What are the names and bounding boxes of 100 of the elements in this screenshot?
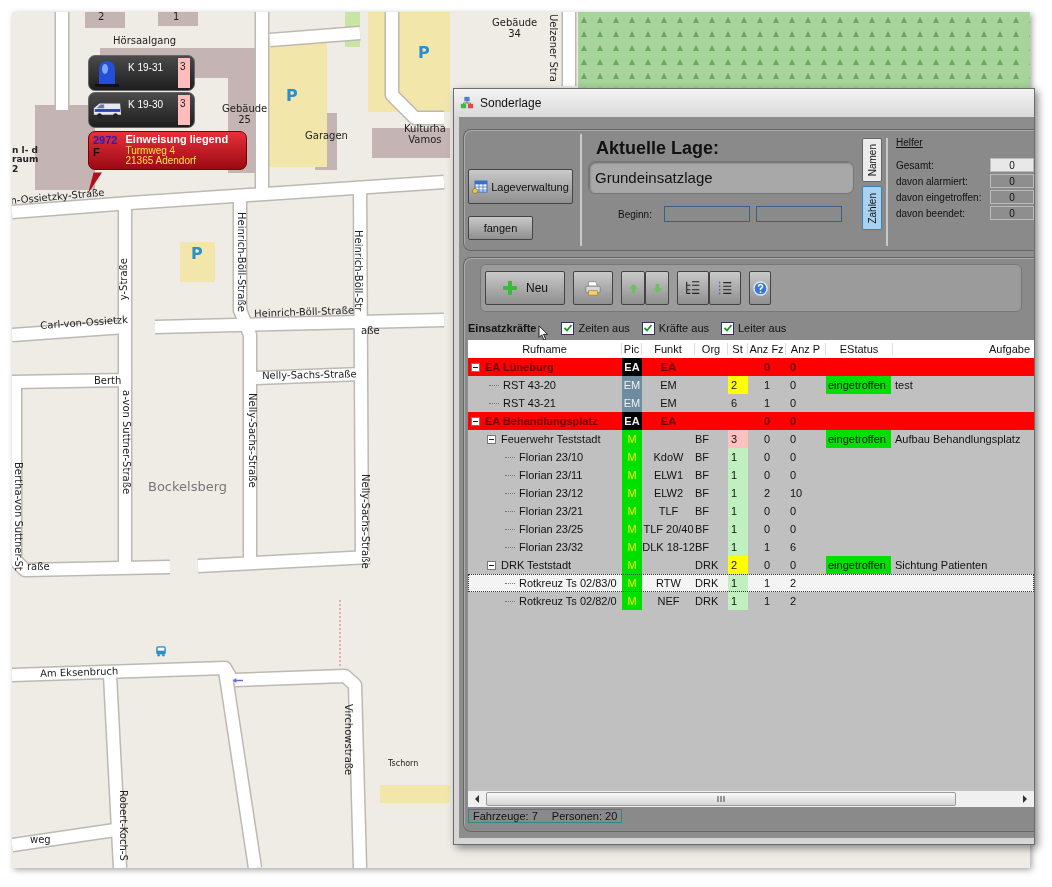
task-cell-text: Sichtung Patienten: [894, 558, 989, 573]
column-header[interactable]: Org: [695, 343, 728, 355]
column-header[interactable]: Rufname: [468, 343, 622, 355]
unit-marker[interactable]: K 19-31 3: [88, 55, 195, 91]
situation-field[interactable]: Grundeinsatzlage: [588, 161, 854, 194]
move-down-button[interactable]: [645, 271, 669, 305]
column-header[interactable]: Pic: [622, 343, 642, 355]
horizontal-scrollbar[interactable]: [468, 791, 1034, 807]
collapse-toggle-icon[interactable]: [471, 362, 480, 372]
call-sign-cell: EA Behandlungsplatz: [485, 415, 598, 427]
pic-cell: M: [622, 592, 642, 610]
org-cell-text: BF: [695, 540, 711, 555]
table-row[interactable]: EA Lüneburg EA EA 0 0: [468, 358, 1034, 376]
collapse-toggle-icon[interactable]: [487, 560, 496, 570]
person-count-cell-text: 0: [789, 504, 798, 519]
checkbox[interactable]: [641, 321, 655, 335]
help-button[interactable]: [749, 271, 771, 305]
list-icon: [716, 279, 734, 297]
call-sign-cell: EA Lüneburg: [485, 361, 554, 373]
scroll-right-icon[interactable]: [1022, 795, 1028, 803]
map-label: Garagen: [305, 131, 348, 142]
person-count-cell-text: 0: [789, 468, 798, 483]
map-label: P: [418, 45, 430, 62]
scroll-left-icon[interactable]: [474, 795, 480, 803]
incident-number: 2972: [93, 134, 118, 146]
function-cell-text: EM: [659, 396, 678, 411]
column-header[interactable]: Anz P: [786, 343, 826, 355]
table-row[interactable]: Rotkreuz Ts 02/83/0 M RTW DRK 1 1 2: [468, 574, 1034, 592]
helper-link[interactable]: Helfer: [896, 137, 1034, 148]
person-count-cell-text: 0: [789, 360, 798, 375]
map-label: Bockelsberg: [148, 480, 228, 494]
tree-view-button[interactable]: [677, 271, 709, 305]
vehicle-count-cell-text: 0: [762, 450, 772, 465]
vehicle-count-cell-text: 1: [762, 594, 772, 609]
view-toggle-button[interactable]: Zahlen: [862, 186, 882, 230]
move-up-button[interactable]: [621, 271, 645, 305]
map-label: Robert-Koch-S: [117, 790, 128, 861]
vehicle-count-cell-text: 1: [762, 396, 772, 411]
collapse-toggle-icon[interactable]: [487, 434, 496, 444]
filter-checkbox[interactable]: Kräfte aus: [641, 321, 709, 335]
print-button[interactable]: [573, 271, 613, 305]
map-label: a-von Suttner-Straße: [120, 390, 131, 495]
person-count-cell-text: 10: [789, 486, 804, 501]
map-label: Tschorn: [388, 760, 419, 769]
call-sign-cell: RST 43-21: [503, 397, 556, 409]
map-label: Virchowstraße: [342, 704, 353, 776]
scrollbar-thumb[interactable]: [486, 792, 956, 806]
forces-heading: Einsatzkräfte: [468, 322, 537, 334]
catch-button[interactable]: fangen: [468, 216, 533, 240]
vehicle-count-cell-text: 0: [762, 522, 772, 537]
map-label: Nelly-Sachs-Straße: [246, 393, 257, 488]
function-cell-text: ELW1: [652, 468, 685, 483]
begin-label: Beginn:: [618, 208, 652, 220]
pic-cell: M: [622, 556, 642, 574]
map-label: Heinrich-Böll-Straße: [235, 212, 246, 312]
plus-icon: [502, 280, 518, 296]
column-header[interactable]: Funkt: [642, 343, 695, 355]
management-button[interactable]: Lageverwaltung: [468, 169, 573, 204]
call-sign-cell: Feuerwehr Teststadt: [501, 433, 601, 445]
collapse-toggle-icon[interactable]: [471, 416, 480, 426]
pic-cell: M: [622, 520, 642, 538]
column-header[interactable]: EStatus: [826, 343, 893, 355]
list-view-button[interactable]: [709, 271, 741, 305]
pic-cell: M: [622, 502, 642, 520]
unit-marker[interactable]: K 19-30 3: [88, 92, 195, 128]
help-icon: [752, 280, 768, 296]
filter-checkbox[interactable]: Leiter aus: [721, 321, 787, 335]
task-cell-text: test: [894, 378, 914, 393]
org-cell-text: DRK: [695, 594, 720, 609]
person-count-cell-text: 0: [789, 396, 798, 411]
call-sign-cell: Florian 23/10: [519, 451, 584, 463]
checkbox[interactable]: [561, 321, 575, 335]
view-toggle-button[interactable]: Namen: [862, 138, 882, 182]
begin-time-field[interactable]: [755, 206, 842, 222]
table-row[interactable]: EA Behandlungsplatz EA EA 0 0: [468, 412, 1034, 430]
checkbox[interactable]: [721, 321, 734, 335]
call-sign-cell: Florian 23/12: [519, 487, 584, 499]
function-cell-text: NEF: [656, 594, 681, 609]
function-cell-text: RTW: [655, 576, 682, 591]
map-label: raße: [27, 562, 50, 573]
begin-date-field[interactable]: [663, 206, 750, 222]
app-icon: [460, 96, 474, 110]
helper-label: davon alarmiert:: [896, 175, 968, 187]
column-header[interactable]: St: [728, 343, 748, 355]
call-sign-cell: Rotkreuz Ts 02/82/0: [519, 595, 617, 607]
org-cell-text: BF: [695, 504, 711, 519]
filter-checkbox[interactable]: Zeiten aus: [561, 321, 630, 335]
incident-callout[interactable]: 2972 F Einweisung liegend Turmweg 4 21365 Adendorf: [88, 131, 247, 170]
situation-heading: Aktuelle Lage:: [596, 138, 721, 159]
building: [158, 12, 198, 26]
call-sign-cell: Florian 23/25: [519, 523, 584, 535]
status-cell: 1: [728, 448, 748, 466]
vehicle-count-cell-text: 1: [762, 576, 772, 591]
pic-cell: EA: [622, 412, 642, 430]
column-header[interactable]: Aufgabe: [893, 343, 1034, 355]
incident-title: Einweisung liegend: [125, 134, 229, 146]
column-header[interactable]: Anz Fz: [748, 343, 786, 355]
org-cell-text: BF: [695, 432, 711, 447]
building: [85, 12, 125, 28]
new-button[interactable]: Neu: [485, 271, 565, 305]
